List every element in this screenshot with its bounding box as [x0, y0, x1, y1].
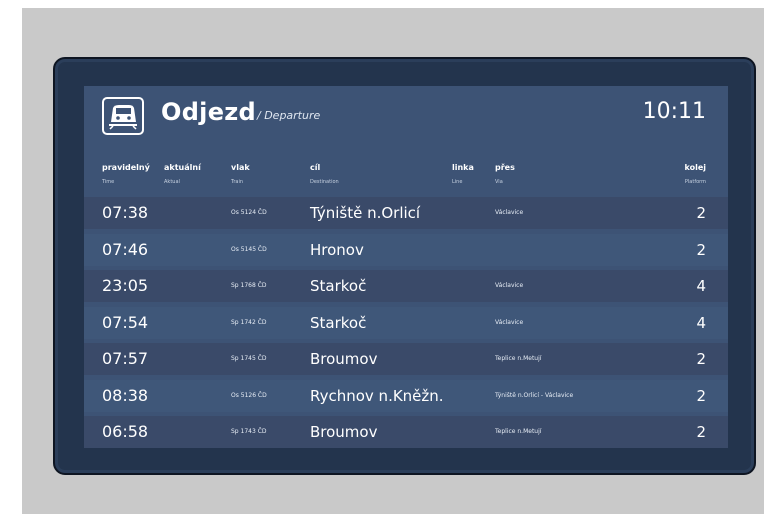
column-header-train: vlak Train [231, 163, 250, 185]
column-label: vlak [231, 163, 250, 172]
board-clock: 10:11 [642, 99, 706, 124]
departure-time: 07:57 [102, 349, 149, 368]
departure-row: 07:38 Os 5124 ČD Týniště n.Orlicí Václav… [84, 197, 728, 229]
departure-list: 07:38 Os 5124 ČD Týniště n.Orlicí Václav… [84, 197, 728, 448]
column-header-destination: cíl Destination [310, 163, 339, 185]
train-number: Sp 1768 ČD [231, 282, 267, 289]
via-stations: Teplice n.Metují [495, 428, 542, 435]
platform: 4 [696, 313, 706, 332]
column-label: pravidelný [102, 163, 150, 172]
destination: Starkoč [310, 277, 367, 295]
column-sublabel: Aktual [164, 179, 180, 185]
column-sublabel: Train [231, 179, 243, 185]
departure-row: 07:54 Sp 1742 ČD Starkoč Václavice 4 [84, 306, 728, 339]
via-stations: Teplice n.Metují [495, 355, 542, 362]
via-stations: Týniště n.Orlicí - Václavice [495, 391, 574, 399]
platform: 2 [696, 350, 706, 368]
departure-row: 08:38 Os 5126 ČD Rychnov n.Kněžn. Týništ… [84, 379, 728, 412]
departure-time: 07:46 [102, 239, 149, 259]
train-number: Sp 1743 ČD [231, 428, 267, 435]
departure-row: 23:05 Sp 1768 ČD Starkoč Václavice 4 [84, 270, 728, 302]
departure-board-screen: Odjezd / Departure 10:11 pravidelný Time… [84, 86, 728, 448]
column-header-scheduled: pravidelný Time [102, 163, 150, 185]
train-number: Os 5145 ČD [231, 245, 267, 253]
board-title: Odjezd [161, 98, 257, 126]
destination: Broumov [310, 423, 378, 441]
platform: 2 [696, 423, 706, 441]
platform: 2 [696, 240, 706, 259]
board-subtitle: / Departure [257, 109, 321, 122]
departure-time: 08:38 [102, 385, 149, 405]
column-label: aktuální [164, 163, 201, 172]
column-sublabel: Platform [684, 179, 706, 185]
column-sublabel: Destination [310, 179, 339, 185]
destination: Týniště n.Orlicí [310, 204, 421, 222]
column-label: cíl [310, 163, 321, 172]
departure-row: 06:58 Sp 1743 ČD Broumov Teplice n.Metuj… [84, 416, 728, 448]
via-stations: Václavice [495, 318, 524, 326]
column-header-platform: kolej Platform [684, 163, 706, 185]
column-label: kolej [684, 163, 706, 172]
departure-time: 07:54 [102, 312, 149, 332]
column-header-via: přes Via [495, 163, 515, 185]
train-front-icon [102, 97, 144, 135]
column-sublabel: Via [495, 179, 503, 185]
column-label: linka [452, 163, 474, 172]
column-header-actual: aktuální Aktual [164, 163, 201, 185]
destination: Hronov [310, 240, 364, 259]
destination: Broumov [310, 350, 378, 368]
train-number: Os 5126 ČD [231, 391, 267, 399]
column-sublabel: Time [102, 179, 115, 185]
train-number: Sp 1742 ČD [231, 318, 267, 326]
via-stations: Václavice [495, 209, 524, 216]
departure-row: 07:46 Os 5145 ČD Hronov 2 [84, 233, 728, 266]
column-sublabel: Line [452, 179, 463, 185]
train-number: Os 5124 ČD [231, 209, 267, 216]
via-stations: Václavice [495, 282, 524, 289]
train-number: Sp 1745 ČD [231, 355, 267, 362]
departure-time: 23:05 [102, 276, 149, 295]
column-label: přes [495, 163, 515, 172]
platform: 2 [696, 204, 706, 222]
departure-time: 07:38 [102, 203, 149, 222]
destination: Rychnov n.Kněžn. [310, 386, 444, 405]
departure-row: 07:57 Sp 1745 ČD Broumov Teplice n.Metuj… [84, 343, 728, 375]
destination: Starkoč [310, 313, 367, 332]
column-header-line: linka Line [452, 163, 474, 185]
departure-time: 06:58 [102, 422, 149, 441]
platform: 4 [696, 277, 706, 295]
platform: 2 [696, 386, 706, 405]
